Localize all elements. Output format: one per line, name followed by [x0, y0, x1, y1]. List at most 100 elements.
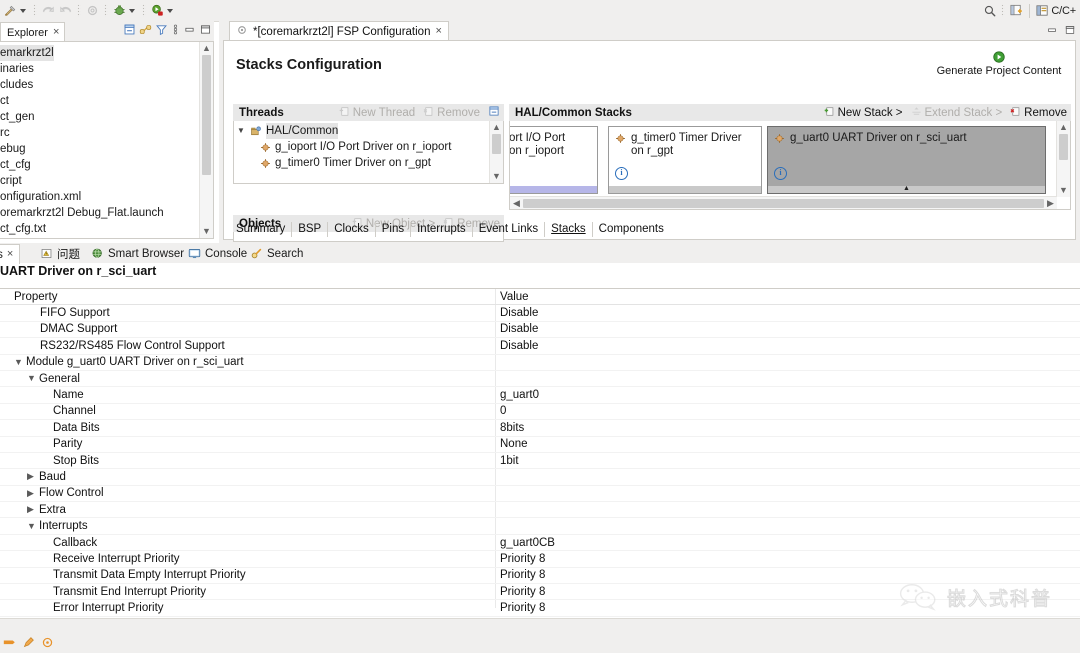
- scroll-up-icon[interactable]: ▲: [1059, 121, 1068, 134]
- perspective-label[interactable]: C/C+: [1051, 5, 1076, 17]
- tab-clocks[interactable]: Clocks: [328, 222, 376, 237]
- tree-item[interactable]: ct_cfg.txt: [0, 221, 199, 237]
- scroll-down-icon[interactable]: ▼: [1059, 184, 1068, 197]
- scroll-up-icon[interactable]: ▲: [202, 42, 211, 55]
- close-icon[interactable]: ×: [435, 26, 441, 37]
- property-value[interactable]: None: [500, 438, 528, 450]
- scroll-up-icon[interactable]: ▲: [492, 121, 501, 134]
- tab-components[interactable]: Components: [593, 222, 670, 237]
- scroll-right-icon[interactable]: ▶: [1044, 198, 1057, 209]
- property-value[interactable]: Priority 8: [500, 569, 545, 581]
- collapse-all-icon[interactable]: [488, 105, 500, 120]
- tab-bsp[interactable]: BSP: [292, 222, 329, 237]
- tab-stacks[interactable]: Stacks: [545, 222, 593, 237]
- tree-item[interactable]: oremarkrzt2l Debug_Flat.launch: [0, 205, 199, 221]
- tab-console[interactable]: Console: [182, 244, 253, 263]
- cdt-perspective-icon[interactable]: [1034, 2, 1051, 19]
- table-row[interactable]: ▶ Baud: [0, 469, 1080, 486]
- tab-event-links[interactable]: Event Links: [473, 222, 546, 237]
- tab-summary[interactable]: Summary: [230, 222, 293, 237]
- tree-item[interactable]: emarkrzt2l: [0, 45, 54, 61]
- table-row[interactable]: Receive Interrupt Priority Priority 8: [0, 551, 1080, 568]
- build-hammer-icon[interactable]: [2, 2, 19, 19]
- property-value[interactable]: Priority 8: [500, 586, 545, 598]
- table-row[interactable]: ▼ Interrupts: [0, 518, 1080, 535]
- info-icon[interactable]: i: [615, 167, 628, 180]
- property-value[interactable]: 8bits: [500, 422, 524, 434]
- tab-smart-browser[interactable]: Smart Browser: [85, 244, 190, 263]
- close-icon[interactable]: ×: [7, 249, 13, 260]
- property-value[interactable]: Disable: [500, 340, 538, 352]
- maximize-icon[interactable]: [199, 23, 212, 39]
- property-value[interactable]: Priority 8: [500, 602, 545, 614]
- scroll-down-icon[interactable]: ▼: [492, 170, 501, 183]
- tab-explorer[interactable]: Explorer ×: [0, 22, 66, 42]
- minimize-icon[interactable]: [183, 23, 196, 39]
- threads-tree-item[interactable]: g_ioport I/O Port Driver on r_ioport: [236, 139, 489, 155]
- table-row[interactable]: Channel 0: [0, 404, 1080, 421]
- scroll-down-icon[interactable]: ▼: [202, 225, 211, 238]
- tree-item[interactable]: cludes: [0, 77, 199, 93]
- generate-project-content-button[interactable]: Generate Project Content: [929, 50, 1069, 77]
- property-value[interactable]: 1bit: [500, 455, 519, 467]
- threads-tree-item[interactable]: g_timer0 Timer Driver on r_gpt: [236, 155, 489, 171]
- search-icon[interactable]: [981, 2, 998, 19]
- property-value[interactable]: Priority 8: [500, 553, 545, 565]
- run-icon[interactable]: [149, 2, 166, 19]
- collapse-all-icon[interactable]: [123, 23, 136, 39]
- property-value[interactable]: Disable: [500, 307, 538, 319]
- run-dropdown-caret[interactable]: [167, 8, 173, 13]
- tree-item[interactable]: ebug: [0, 141, 199, 157]
- table-row[interactable]: Parity None: [0, 437, 1080, 453]
- property-value[interactable]: g_uart0CB: [500, 537, 555, 549]
- tree-item[interactable]: rc: [0, 125, 199, 141]
- link-with-editor-icon[interactable]: [139, 23, 152, 39]
- table-row[interactable]: RS232/RS485 Flow Control Support Disable: [0, 338, 1080, 355]
- tab-pins[interactable]: Pins: [376, 222, 412, 237]
- table-row[interactable]: ▼ General: [0, 371, 1080, 388]
- chevron-down-icon[interactable]: ▼: [236, 123, 246, 139]
- stacks-vertical-scrollbar[interactable]: ▲ ▼: [1056, 121, 1070, 197]
- table-row[interactable]: FIFO Support Disable: [0, 305, 1080, 322]
- filter-icon[interactable]: [155, 23, 168, 39]
- table-row[interactable]: DMAC Support Disable: [0, 322, 1080, 339]
- table-row[interactable]: Data Bits 8bits: [0, 420, 1080, 437]
- maximize-icon[interactable]: [1064, 24, 1076, 39]
- tab-fsp-configuration[interactable]: *[coremarkrzt2l] FSP Configuration ×: [229, 21, 449, 41]
- view-menu-icon[interactable]: [171, 23, 180, 39]
- properties-table[interactable]: Property Value FIFO Support Disable DMAC…: [0, 288, 1080, 617]
- stack-box-timer0[interactable]: g_timer0 Timer Driver on r_gpt i: [608, 126, 762, 194]
- table-row[interactable]: Callback g_uart0CB: [0, 535, 1080, 552]
- table-row[interactable]: Name g_uart0: [0, 387, 1080, 404]
- tree-item[interactable]: ct_gen: [0, 109, 199, 125]
- tree-item[interactable]: cript: [0, 173, 199, 189]
- tree-item[interactable]: ct: [0, 93, 199, 109]
- info-icon[interactable]: i: [774, 167, 787, 180]
- property-value[interactable]: g_uart0: [500, 389, 539, 401]
- new-perspective-icon[interactable]: [1008, 2, 1025, 19]
- property-value[interactable]: Disable: [500, 323, 538, 335]
- tab-problems[interactable]: 问题: [34, 244, 86, 263]
- stacks-horizontal-scrollbar[interactable]: ◀ ▶: [510, 196, 1057, 209]
- tree-item[interactable]: ct_cfg: [0, 157, 199, 173]
- table-row[interactable]: Stop Bits 1bit: [0, 453, 1080, 470]
- tree-item[interactable]: inaries: [0, 61, 199, 77]
- build-dropdown-caret[interactable]: [20, 8, 26, 13]
- stack-expand-arrow-icon[interactable]: ▲: [903, 185, 910, 192]
- threads-tree-item[interactable]: ▼ HAL/Common: [236, 123, 489, 139]
- minimize-icon[interactable]: [1046, 24, 1058, 39]
- tab-interrupts[interactable]: Interrupts: [411, 222, 473, 237]
- threads-tree[interactable]: ▼ HAL/Common g_ioport I/O Port Driver on…: [233, 121, 504, 184]
- table-row[interactable]: ▶ Flow Control: [0, 486, 1080, 503]
- table-row[interactable]: ▼ Module g_uart0 UART Driver on r_sci_ua…: [0, 355, 1080, 371]
- table-row[interactable]: ▶ Extra: [0, 502, 1080, 519]
- explorer-vertical-scrollbar[interactable]: ▲ ▼: [199, 42, 213, 238]
- threads-vertical-scrollbar[interactable]: ▲ ▼: [489, 121, 503, 183]
- debug-dropdown-caret[interactable]: [129, 8, 135, 13]
- project-tree[interactable]: emarkrzt2l inaries cludes ct ct_gen rc e…: [0, 41, 214, 239]
- stack-box-uart0[interactable]: g_uart0 UART Driver on r_sci_uart i ▲: [767, 126, 1046, 194]
- stacks-canvas[interactable]: ort I/O Port on r_ioport g_timer0 Timer …: [509, 121, 1071, 210]
- close-icon[interactable]: ×: [53, 27, 59, 38]
- debug-bug-icon[interactable]: [111, 2, 128, 19]
- tab-properties[interactable]: ties ×: [0, 244, 21, 264]
